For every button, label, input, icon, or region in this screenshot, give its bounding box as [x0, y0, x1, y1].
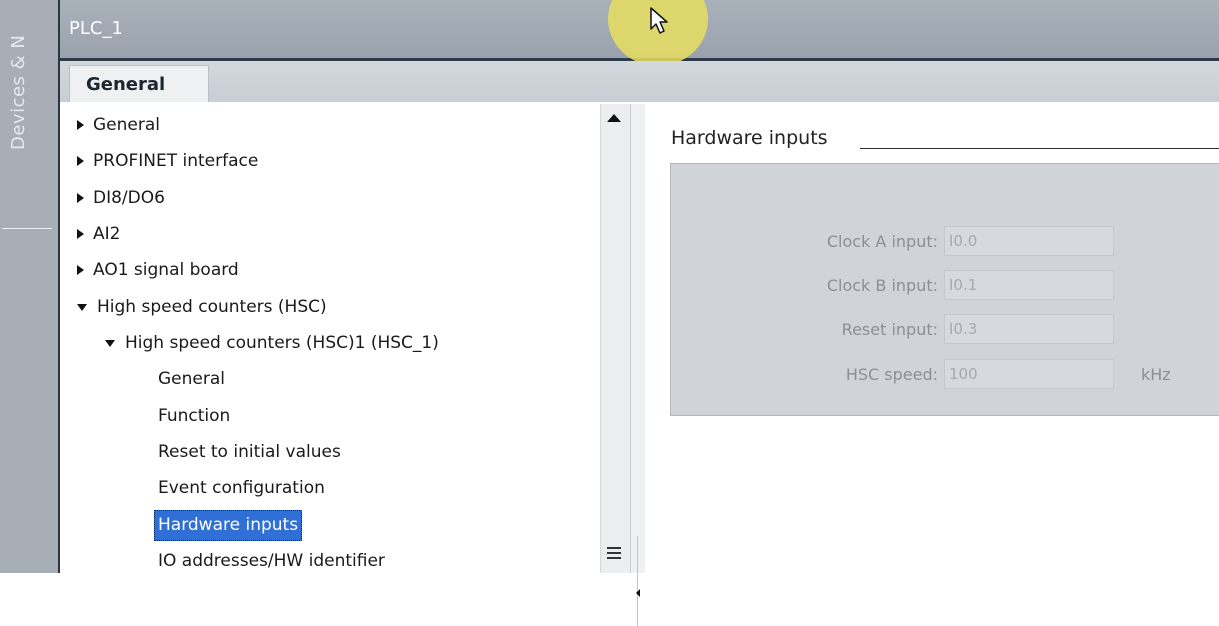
tree-item-io-addresses[interactable]: IO addresses/HW identifier	[158, 543, 385, 573]
tree-scrollbar[interactable]	[600, 104, 630, 573]
splitter-divider	[637, 536, 638, 626]
collapse-down-icon[interactable]	[77, 303, 87, 311]
tree-item-label: AI2	[93, 224, 121, 244]
tree-item-label: Function	[158, 406, 231, 426]
tree-item-profinet-interface[interactable]: PROFINET interface	[77, 143, 258, 179]
field-row-hsc-speed: HSC speed: 100 kHz	[671, 356, 1219, 392]
tree-item-label: High speed counters (HSC)	[97, 297, 327, 317]
field-row-clock-b: Clock B input: I0.1	[671, 267, 1219, 303]
tree-item-label: Reset to initial values	[158, 442, 341, 462]
tree-item-label: General	[93, 115, 160, 135]
side-tab-divider	[2, 228, 52, 229]
section-title: Hardware inputs	[671, 127, 828, 149]
tree-item-event-configuration[interactable]: Event configuration	[158, 470, 325, 506]
clock-a-label: Clock A input:	[826, 231, 938, 251]
tree-item-label: PROFINET interface	[93, 151, 259, 171]
expand-right-icon[interactable]	[77, 120, 84, 130]
tree-item-label: IO addresses/HW identifier	[158, 551, 385, 571]
tree-item-ao1-signal-board[interactable]: AO1 signal board	[77, 252, 239, 288]
field-row-reset: Reset input: I0.3	[671, 311, 1219, 347]
tree-item-label: AO1 signal board	[93, 260, 239, 280]
hardware-inputs-group: Clock A input: I0.0 Clock B input: I0.1 …	[670, 163, 1219, 416]
field-row-clock-a: Clock A input: I0.0	[671, 223, 1219, 259]
side-tab-label: Devices & N	[8, 34, 29, 150]
scroll-up-arrow-icon[interactable]	[607, 114, 621, 122]
clock-b-label: Clock B input:	[826, 275, 938, 295]
clock-b-input-field[interactable]: I0.1	[944, 270, 1114, 300]
reset-input-field[interactable]: I0.3	[944, 314, 1114, 344]
navigation-tree: General PROFINET interface DI8/DO6 AI2 A…	[60, 104, 600, 573]
tree-item-reset-initial-values[interactable]: Reset to initial values	[158, 434, 341, 470]
hsc-speed-unit: kHz	[1141, 364, 1171, 384]
panel-splitter[interactable]	[630, 104, 646, 626]
tree-item-high-speed-counters[interactable]: High speed counters (HSC)	[77, 289, 327, 325]
tree-item-label: DI8/DO6	[93, 188, 165, 208]
properties-content: Hardware inputs Clock A input: I0.0 Cloc…	[645, 104, 1219, 573]
tree-item-label: General	[158, 369, 225, 389]
collapse-left-arrow-icon[interactable]	[636, 589, 640, 597]
tab-general[interactable]: General	[69, 65, 209, 102]
tree-item-hardware-inputs[interactable]: Hardware inputs	[154, 507, 303, 543]
expand-right-icon[interactable]	[77, 229, 84, 239]
tree-item-di8-do6[interactable]: DI8/DO6	[77, 180, 165, 216]
tab-bar: General	[60, 61, 1219, 102]
expand-right-icon[interactable]	[77, 193, 84, 203]
section-title-underline	[860, 148, 1219, 149]
collapse-down-icon[interactable]	[105, 339, 115, 347]
tree-item-label: Event configuration	[158, 478, 325, 498]
expand-right-icon[interactable]	[77, 156, 84, 166]
tree-item-hsc1-general[interactable]: General	[158, 361, 225, 397]
hsc-speed-field[interactable]: 100	[944, 359, 1114, 389]
devices-networks-side-tab[interactable]: Devices & N	[0, 0, 60, 573]
tree-item-ai2[interactable]: AI2	[77, 216, 120, 252]
tree-item-function[interactable]: Function	[158, 398, 230, 434]
tree-item-general[interactable]: General	[77, 107, 160, 143]
hsc-speed-label: HSC speed:	[845, 364, 938, 384]
reset-input-label: Reset input:	[841, 319, 938, 339]
mouse-pointer-icon	[650, 7, 668, 34]
tree-item-label: High speed counters (HSC)1 (HSC_1)	[125, 333, 439, 353]
device-title: PLC_1	[69, 18, 123, 39]
clock-a-input-field[interactable]: I0.0	[944, 226, 1114, 256]
scroll-grip-icon[interactable]	[607, 547, 621, 559]
expand-right-icon[interactable]	[77, 265, 84, 275]
tree-item-label-selected: Hardware inputs	[154, 509, 303, 541]
tree-item-hsc1[interactable]: High speed counters (HSC)1 (HSC_1)	[105, 325, 439, 361]
